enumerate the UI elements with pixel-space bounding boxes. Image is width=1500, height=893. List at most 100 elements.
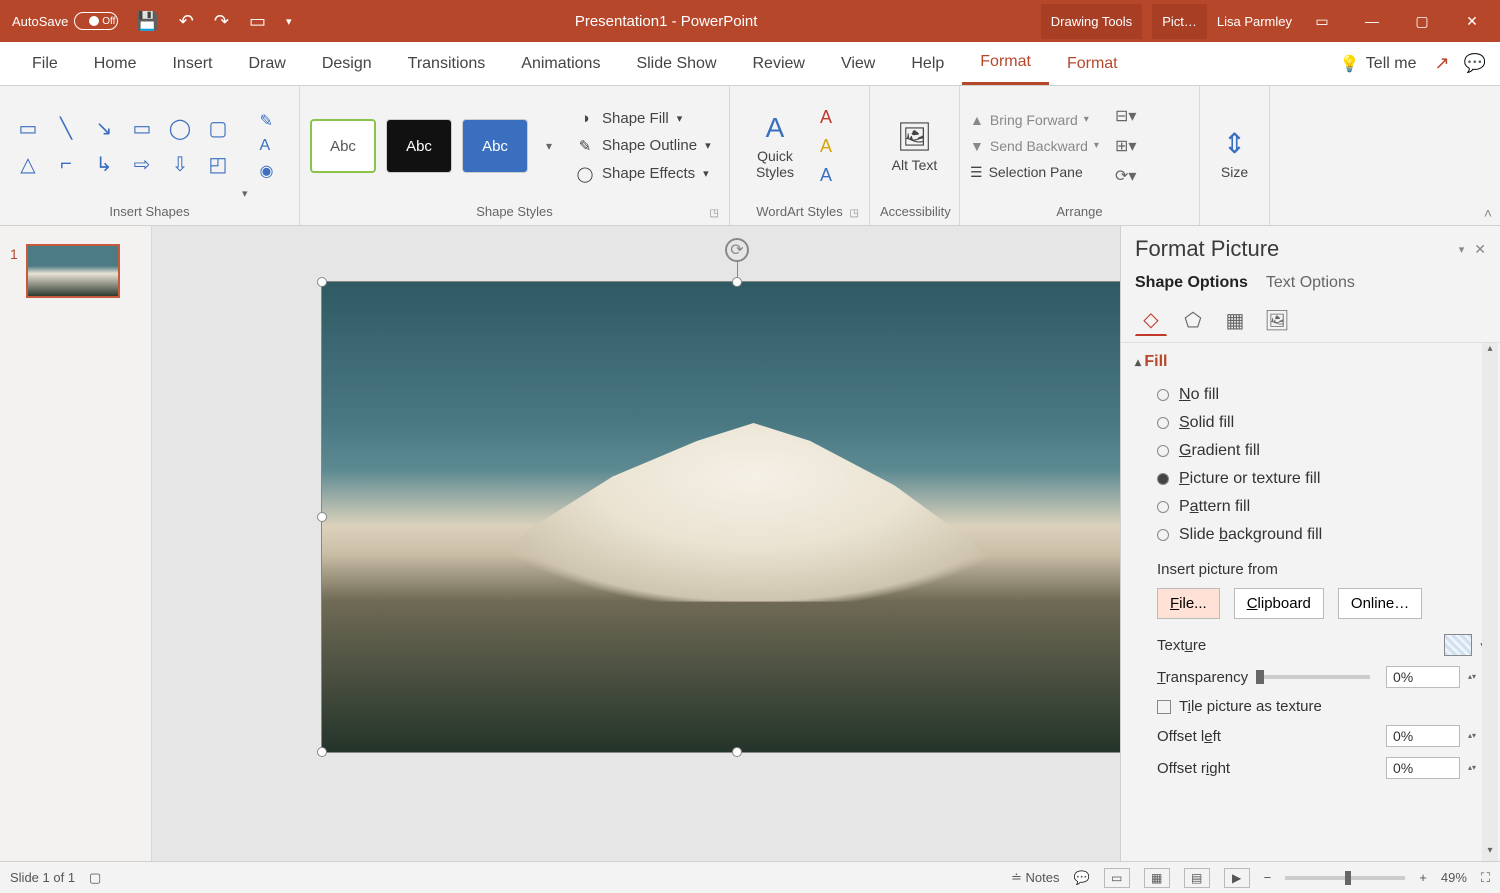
tell-me[interactable]: 💡 Tell me xyxy=(1340,54,1417,74)
offset-right-value[interactable]: 0% xyxy=(1386,757,1460,779)
autosave-toggle[interactable]: Off xyxy=(74,12,118,30)
shape-outline-button[interactable]: ✎Shape Outline▾ xyxy=(576,137,711,155)
pane-scrollbar[interactable]: ▴ ▾ xyxy=(1482,343,1498,861)
slideshow-view-icon[interactable]: ▶ xyxy=(1224,868,1250,888)
scroll-track[interactable] xyxy=(1482,359,1498,845)
subtab-text-options[interactable]: Text Options xyxy=(1266,274,1355,292)
maximize-icon[interactable]: ▢ xyxy=(1402,13,1442,30)
shape-arrowline-icon[interactable]: ↘ xyxy=(86,111,122,145)
send-backward-button[interactable]: ▼Send Backward▾ xyxy=(970,138,1099,154)
context-tab-picture[interactable]: Pict… xyxy=(1152,4,1207,39)
merge-shapes-icon[interactable]: ◉ xyxy=(260,161,274,181)
minimize-icon[interactable]: — xyxy=(1352,13,1392,29)
ribbon-display-icon[interactable]: ▭ xyxy=(1302,13,1342,30)
pane-close-icon[interactable]: ✕ xyxy=(1474,241,1486,258)
autosave[interactable]: AutoSave Off xyxy=(12,12,118,30)
shape-styles-launcher-icon[interactable]: ◳ xyxy=(710,208,719,219)
bring-forward-button[interactable]: ▲Bring Forward▾ xyxy=(970,112,1099,128)
radio-slide-bg-fill[interactable]: Slide background fill xyxy=(1135,521,1486,549)
shape-line-icon[interactable]: ╲ xyxy=(48,111,84,145)
shapes-more-icon[interactable]: ▾ xyxy=(242,187,248,200)
tab-review[interactable]: Review xyxy=(735,42,823,85)
save-icon[interactable]: 💾 xyxy=(136,11,158,32)
wordart-launcher-icon[interactable]: ◳ xyxy=(850,208,859,219)
resize-handle-l[interactable] xyxy=(317,512,327,522)
tab-format-drawing[interactable]: Format xyxy=(962,42,1049,85)
group-icon[interactable]: ⊞▾ xyxy=(1115,136,1136,156)
shape-callout-icon[interactable]: ◰ xyxy=(200,147,236,181)
align-icon[interactable]: ⊟▾ xyxy=(1115,106,1136,126)
picture-tab-icon[interactable]: 🖼 xyxy=(1261,304,1293,336)
zoom-out-icon[interactable]: − xyxy=(1264,870,1272,885)
scroll-up-icon[interactable]: ▴ xyxy=(1482,343,1498,359)
style-swatch-1[interactable]: Abc xyxy=(310,119,376,173)
context-tab-drawing[interactable]: Drawing Tools xyxy=(1041,4,1142,39)
fill-line-icon[interactable]: ◇ xyxy=(1135,304,1167,336)
close-icon[interactable]: ✕ xyxy=(1452,13,1492,30)
quick-styles-button[interactable]: A Quick Styles xyxy=(740,112,810,180)
thumbnail-1[interactable] xyxy=(26,244,120,298)
rotate-icon[interactable]: ⟳▾ xyxy=(1115,166,1136,186)
transparency-slider[interactable] xyxy=(1256,675,1370,679)
shape-style-gallery[interactable]: Abc Abc Abc ▾ xyxy=(310,119,560,173)
user-name[interactable]: Lisa Parmley xyxy=(1217,14,1292,29)
tab-animations[interactable]: Animations xyxy=(503,42,618,85)
shape-downarrow-icon[interactable]: ⇩ xyxy=(162,147,198,181)
pane-options-icon[interactable]: ▾ xyxy=(1459,243,1465,256)
shape-elbow2-icon[interactable]: ↳ xyxy=(86,147,122,181)
slide-indicator[interactable]: Slide 1 of 1 xyxy=(10,870,75,885)
text-outline-icon[interactable]: A xyxy=(820,136,832,157)
comments-status-icon[interactable]: 💬 xyxy=(1073,870,1089,886)
shape-arrow-icon[interactable]: ⇨ xyxy=(124,147,160,181)
radio-picture-fill[interactable]: Picture or texture fill xyxy=(1135,465,1486,493)
shapes-gallery[interactable]: ▭ ╲ ↘ ▭ ◯ ▢ △ ⌐ ↳ ⇨ ⇩ ◰ xyxy=(10,111,236,181)
shape-rect-icon[interactable]: ▭ xyxy=(124,111,160,145)
style-swatch-3[interactable]: Abc xyxy=(462,119,528,173)
tab-slideshow[interactable]: Slide Show xyxy=(618,42,734,85)
zoom-slider[interactable] xyxy=(1285,876,1405,880)
comments-icon[interactable]: 💬 xyxy=(1464,53,1486,74)
resize-handle-tl[interactable] xyxy=(317,277,327,287)
text-box-icon[interactable]: A xyxy=(260,137,274,155)
tile-checkbox[interactable] xyxy=(1157,700,1171,714)
clipboard-button[interactable]: Clipboard xyxy=(1234,588,1324,619)
size-button[interactable]: ⇕ Size xyxy=(1210,127,1259,180)
shape-fill-button[interactable]: ◑Shape Fill▾ xyxy=(576,110,711,127)
tab-help[interactable]: Help xyxy=(893,42,962,85)
notes-button[interactable]: ≐ Notes xyxy=(1011,870,1059,886)
radio-gradient-fill[interactable]: Gradient fill xyxy=(1135,437,1486,465)
sorter-view-icon[interactable]: ▦ xyxy=(1144,868,1170,888)
tab-home[interactable]: Home xyxy=(76,42,155,85)
radio-pattern-fill[interactable]: Pattern fill xyxy=(1135,493,1486,521)
tab-draw[interactable]: Draw xyxy=(230,42,303,85)
zoom-in-icon[interactable]: + xyxy=(1419,870,1427,885)
shape-textbox-icon[interactable]: ▭ xyxy=(10,111,46,145)
online-button[interactable]: Online… xyxy=(1338,588,1422,619)
tab-view[interactable]: View xyxy=(823,42,893,85)
resize-handle-b[interactable] xyxy=(732,747,742,757)
radio-no-fill[interactable]: No fill xyxy=(1135,381,1486,409)
tile-row[interactable]: Tile picture as texture xyxy=(1135,693,1486,720)
rotation-handle[interactable]: ⟳ xyxy=(725,238,749,262)
scroll-down-icon[interactable]: ▾ xyxy=(1482,845,1498,861)
alt-text-button[interactable]: 🖼 Alt Text xyxy=(880,120,949,173)
file-button[interactable]: File... xyxy=(1157,588,1220,619)
tab-insert[interactable]: Insert xyxy=(154,42,230,85)
text-effects-icon[interactable]: A xyxy=(820,165,832,186)
style-gallery-more-icon[interactable]: ▾ xyxy=(538,119,560,173)
slide-canvas[interactable]: ⟳ xyxy=(152,226,1120,861)
resize-handle-bl[interactable] xyxy=(317,747,327,757)
resize-handle-t[interactable] xyxy=(732,277,742,287)
transparency-value[interactable]: 0% xyxy=(1386,666,1460,688)
tab-file[interactable]: File xyxy=(14,42,76,85)
shape-oval-icon[interactable]: ◯ xyxy=(162,111,198,145)
style-swatch-2[interactable]: Abc xyxy=(386,119,452,173)
reading-view-icon[interactable]: ▤ xyxy=(1184,868,1210,888)
shape-elbow-icon[interactable]: ⌐ xyxy=(48,147,84,181)
edit-shape-icon[interactable]: ✎ xyxy=(260,111,274,131)
shape-effects-button[interactable]: ◯Shape Effects▾ xyxy=(576,165,711,183)
fill-heading[interactable]: Fill xyxy=(1135,353,1486,371)
selected-picture[interactable]: ⟳ xyxy=(322,282,1120,752)
texture-picker[interactable] xyxy=(1444,634,1472,656)
tab-design[interactable]: Design xyxy=(304,42,390,85)
